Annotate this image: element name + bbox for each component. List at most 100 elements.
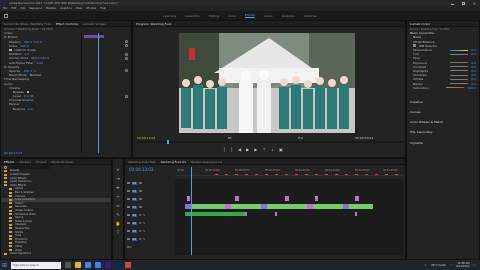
workspace-color[interactable]: Color bbox=[228, 14, 236, 18]
maximize-icon[interactable] bbox=[461, 1, 465, 5]
lock-icon[interactable] bbox=[127, 197, 130, 201]
workspace-learning[interactable]: Learning bbox=[163, 14, 176, 18]
saturation-value[interactable]: 100.0 bbox=[467, 86, 476, 90]
exposure-slider[interactable] bbox=[450, 62, 469, 64]
menu-help[interactable]: Help bbox=[100, 7, 106, 10]
mute-icon[interactable]: M bbox=[139, 214, 141, 217]
lock-icon[interactable] bbox=[127, 205, 130, 209]
workspace-assembly[interactable]: Assembly bbox=[185, 14, 199, 18]
menu-markers[interactable]: Markers bbox=[46, 7, 56, 10]
temperature-slider[interactable] bbox=[450, 49, 469, 51]
mute-icon[interactable]: M bbox=[139, 230, 141, 233]
slip-tool-icon[interactable]: ⇔ bbox=[116, 203, 119, 208]
video-clip[interactable] bbox=[315, 196, 318, 201]
tab-lumetri-scopes[interactable]: Lumetri Scopes bbox=[83, 22, 106, 26]
track-header-a3[interactable]: A3 M S bbox=[127, 227, 173, 235]
video-clip[interactable] bbox=[235, 196, 239, 201]
timeline-playhead[interactable] bbox=[191, 167, 192, 255]
menu-clip[interactable]: Clip bbox=[20, 7, 25, 10]
lock-icon[interactable] bbox=[127, 189, 130, 193]
tab-lumetri-color[interactable]: Lumetri Color bbox=[410, 22, 430, 26]
track-header-a2[interactable]: A2 M S bbox=[127, 219, 173, 227]
menu-file[interactable]: File bbox=[3, 7, 7, 10]
video-clip[interactable] bbox=[191, 204, 225, 209]
weather-icon[interactable]: ☀ bbox=[425, 264, 427, 267]
play-icon[interactable]: ▶ bbox=[246, 147, 249, 152]
program-scrub-bar[interactable] bbox=[137, 140, 403, 144]
tint-slider[interactable] bbox=[450, 53, 469, 55]
task-view-icon[interactable] bbox=[65, 262, 72, 268]
store-icon[interactable] bbox=[95, 262, 102, 268]
audio-clip[interactable] bbox=[355, 212, 357, 216]
track-header-v4[interactable]: V4 bbox=[127, 179, 173, 187]
tab-audio-clip-mixer[interactable]: Audio Clip Mixer: Wedding Fuzz bbox=[4, 22, 51, 26]
menu-graphics[interactable]: Graphics bbox=[60, 7, 71, 10]
audio-clip[interactable] bbox=[185, 212, 245, 216]
saturation-slider[interactable] bbox=[446, 87, 465, 89]
chrome-taskbar-icon[interactable] bbox=[125, 262, 132, 268]
browser-icon[interactable] bbox=[85, 262, 92, 268]
audio-clip[interactable] bbox=[245, 212, 247, 216]
taskbar-search-box[interactable]: Type here to search bbox=[11, 261, 62, 269]
workspace-effects[interactable]: Effects bbox=[244, 13, 256, 18]
tab-program[interactable]: Program: Wedding Fuzz bbox=[136, 22, 171, 26]
tab-effects[interactable]: Effects bbox=[4, 160, 14, 164]
video-clip[interactable] bbox=[285, 196, 289, 201]
close-icon[interactable]: × bbox=[473, 1, 476, 5]
whites-slider[interactable] bbox=[450, 78, 469, 80]
antiflicker-value[interactable]: 0.00 bbox=[37, 61, 44, 65]
tab-nested-sequence[interactable]: Nested Sequence 01 bbox=[191, 160, 222, 164]
track-header-v3[interactable]: V3 bbox=[127, 187, 173, 195]
mark-out-icon[interactable]: } bbox=[231, 147, 234, 152]
balance-value[interactable]: 0.0 bbox=[28, 107, 33, 111]
tab-sequence-fast[interactable]: Wedding Fuzz Fast bbox=[128, 160, 156, 164]
minimize-icon[interactable] bbox=[450, 3, 454, 4]
tab-markers[interactable]: Markers bbox=[19, 160, 31, 164]
photoshop-taskbar-icon[interactable] bbox=[115, 262, 122, 268]
selection-tool-icon[interactable]: ➤ bbox=[116, 167, 119, 172]
lock-icon[interactable] bbox=[127, 221, 130, 225]
highlights-slider[interactable] bbox=[450, 70, 469, 72]
notification-icon[interactable]: ▭ bbox=[474, 264, 476, 267]
premiere-taskbar-icon[interactable] bbox=[105, 262, 112, 268]
step-forward-icon[interactable]: ▶ bbox=[254, 147, 257, 152]
playhead[interactable] bbox=[98, 33, 99, 153]
video-clip[interactable] bbox=[355, 196, 359, 201]
tint-value[interactable]: 0.0 bbox=[471, 52, 476, 56]
solo-icon[interactable]: S bbox=[143, 238, 145, 241]
track-select-tool-icon[interactable]: ⇥ bbox=[116, 176, 119, 181]
video-clip[interactable] bbox=[187, 196, 190, 201]
pen-tool-icon[interactable]: ✎ bbox=[116, 212, 119, 217]
eye-icon[interactable] bbox=[138, 182, 142, 184]
workspace-audio[interactable]: Audio bbox=[264, 14, 273, 18]
workspace-libraries[interactable]: Libraries bbox=[304, 14, 317, 18]
eye-icon[interactable] bbox=[138, 190, 142, 192]
track-header-v2[interactable]: V2 bbox=[127, 195, 173, 203]
shadows-slider[interactable] bbox=[450, 74, 469, 76]
solo-icon[interactable]: S bbox=[143, 222, 145, 225]
lock-icon[interactable] bbox=[127, 229, 130, 233]
home-icon[interactable] bbox=[4, 13, 8, 18]
solo-icon[interactable]: S bbox=[143, 230, 145, 233]
track-header-v1[interactable]: V1 bbox=[127, 203, 173, 211]
video-clip[interactable] bbox=[349, 204, 373, 209]
blend-mode-select[interactable]: Normal bbox=[30, 73, 41, 77]
tray-icons[interactable]: ⌃ bbox=[450, 264, 452, 267]
razor-tool-icon[interactable]: ✂ bbox=[116, 194, 119, 199]
timeline-timecode[interactable]: 00:00:13:03 bbox=[129, 167, 153, 172]
tab-effect-controls[interactable]: Effect Controls bbox=[56, 22, 78, 26]
menu-sequence[interactable]: Sequence bbox=[29, 7, 42, 10]
lift-icon[interactable]: ⇡ bbox=[262, 147, 265, 152]
windows-start-icon[interactable]: ⊞ bbox=[2, 262, 7, 269]
menu-view[interactable]: View bbox=[76, 7, 82, 10]
tab-media-browser[interactable]: Media Browser bbox=[51, 160, 73, 164]
extract-icon[interactable]: ⇣ bbox=[271, 147, 274, 152]
track-header-a1[interactable]: A1 M S bbox=[127, 211, 173, 219]
section-vignette[interactable]: Vignette bbox=[407, 141, 479, 145]
track-header-mix[interactable]: Mix bbox=[127, 243, 173, 251]
lock-icon[interactable] bbox=[127, 237, 130, 241]
track-area[interactable] bbox=[175, 167, 403, 255]
playhead-marker[interactable] bbox=[167, 140, 169, 144]
mute-icon[interactable]: M bbox=[139, 222, 141, 225]
mute-icon[interactable]: M bbox=[139, 238, 141, 241]
